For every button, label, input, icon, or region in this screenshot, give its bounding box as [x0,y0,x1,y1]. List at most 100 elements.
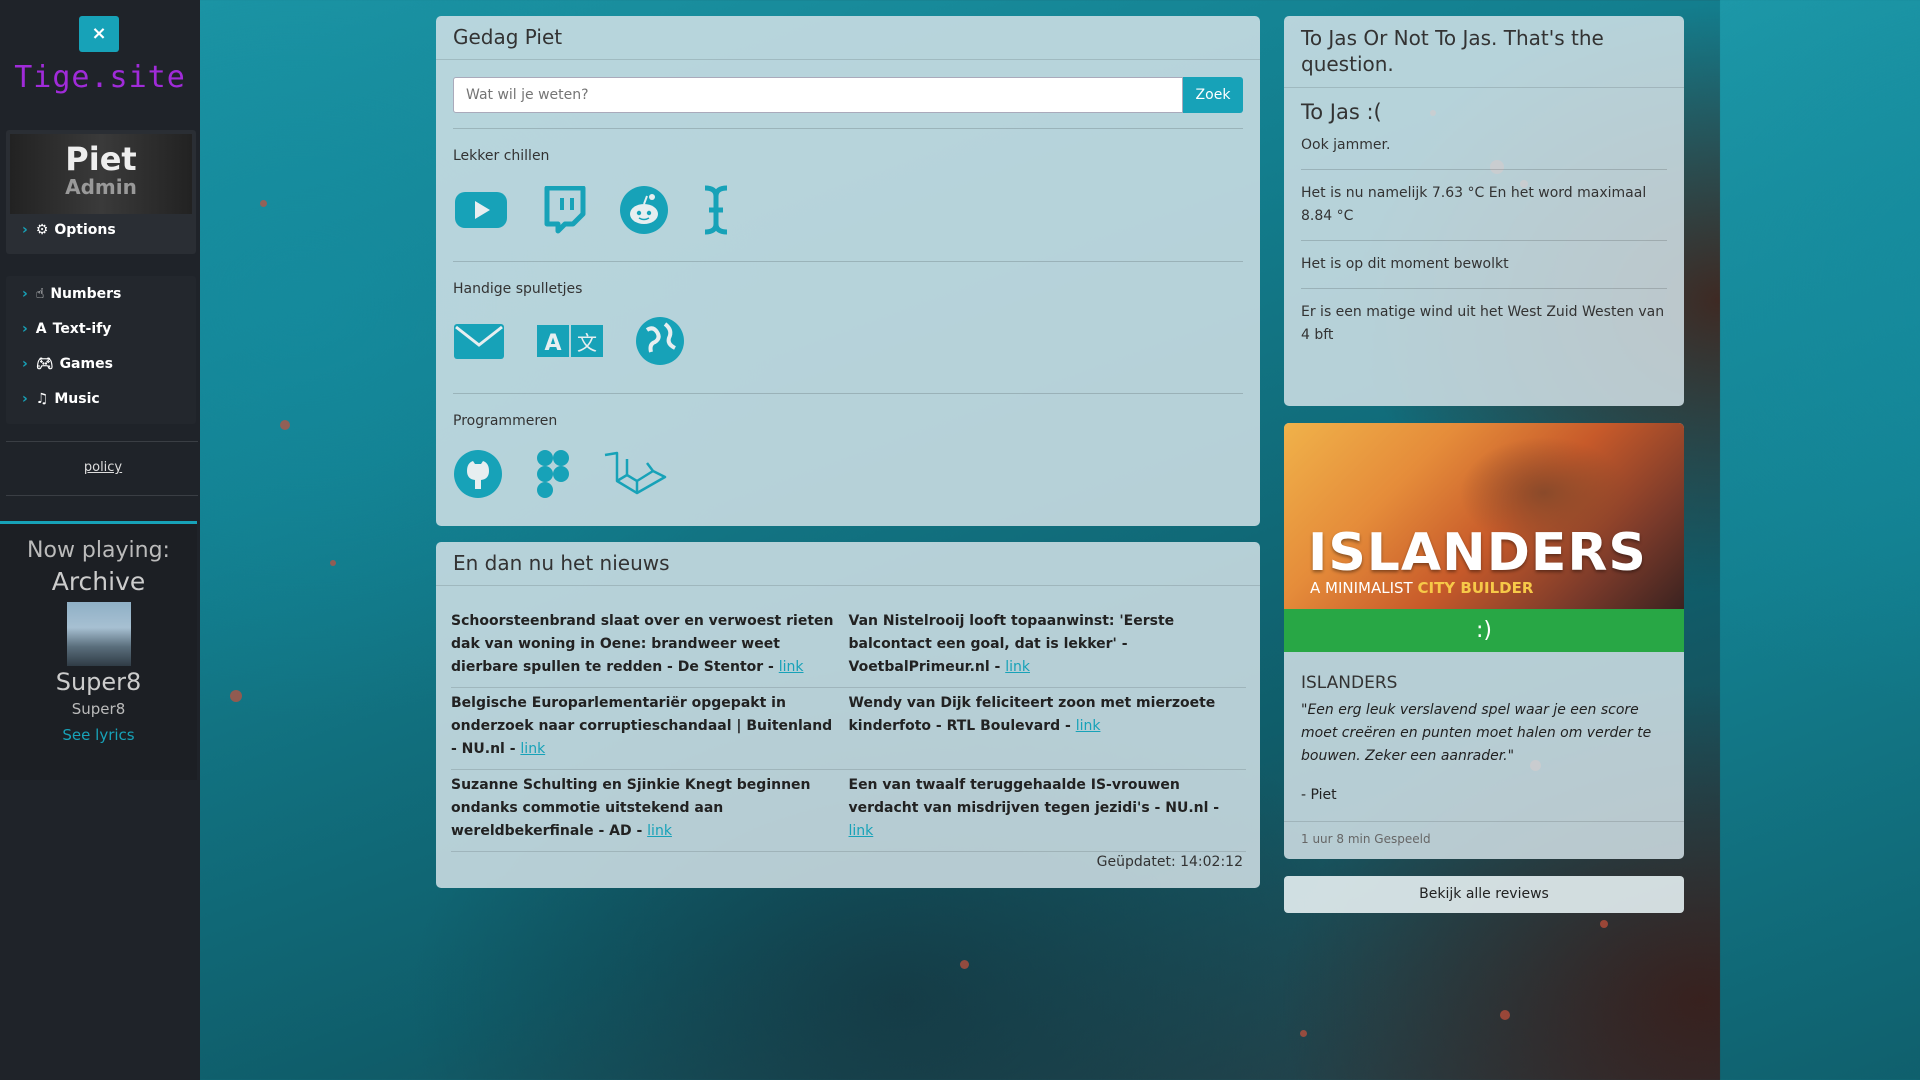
launcher-card: Gedag Piet Zoek Lekker chillen Handige s… [436,16,1260,526]
user-banner: Piet Admin [10,134,192,214]
font-icon: A [35,321,47,337]
game-review-text: "Een erg leuk verslavend spel waar je ee… [1301,702,1652,764]
user-card: Piet Admin › ⚙ Options [6,130,196,254]
weather-body: To Jas :( Ook jammer. Het is nu namelijk… [1301,100,1667,359]
news-link[interactable]: link [779,659,804,675]
user-name: Piet [65,140,137,178]
news-item: Suzanne Schulting en Sjinkie Knegt begin… [451,777,811,839]
user-role: Admin [65,175,137,199]
game-logo-text: ISLANDERS [1308,523,1647,583]
weather-title: To Jas Or Not To Jas. That's the questio… [1284,16,1684,88]
game-playtime: 1 uur 8 min Gespeeld [1301,832,1431,846]
chevron-right-icon: › [22,222,28,238]
game-review-author: - Piet [1301,787,1337,803]
news-link[interactable]: link [1005,659,1030,675]
game-name: ISLANDERS [1301,673,1398,693]
greeting-title: Gedag Piet [436,16,1260,60]
news-item: Van Nistelrooij looft topaanwinst: 'Eers… [848,613,1175,675]
weather-verdict: To Jas :( [1301,100,1382,124]
news-card: En dan nu het nieuws Schoorsteenbrand sl… [436,542,1260,888]
translate-icon[interactable]: A文 [537,323,603,359]
close-sidebar-button[interactable]: × [79,16,119,52]
now-playing-panel: Now playing: Archive Super8 Super8 See l… [0,521,197,780]
nav-item-label: Music [54,391,100,407]
nav-group: › ☝ Numbers › A Text-ify › 🎮︎ Games › ♫ … [6,276,196,424]
hand-pointer-icon: ☝ [35,286,45,302]
figma-icon[interactable] [535,448,571,500]
search-input[interactable] [453,77,1183,113]
icon-row-chillen [453,184,731,236]
game-mood-bar: :) [1284,609,1684,652]
news-item: Belgische Europarlementariër opgepakt in… [451,695,833,757]
search-bar: Zoek [453,77,1243,113]
chevron-right-icon: › [22,321,28,337]
divider [453,393,1243,394]
nav-item-label: Text-ify [52,321,112,337]
nav-item-label: Numbers [50,286,122,302]
news-updated: Geüpdatet: 14:02:12 [1096,854,1243,870]
nav-item-numbers[interactable]: › ☝ Numbers [22,286,121,302]
news-row: Belgische Europarlementariër opgepakt in… [451,688,1246,770]
news-title: En dan nu het nieuws [436,542,1260,586]
divider [453,128,1243,129]
options-label: Options [54,222,116,238]
chevron-right-icon: › [22,356,28,372]
news-link[interactable]: link [647,823,672,839]
news-link[interactable]: link [849,823,874,839]
news-item: Een van twaalf teruggehaalde IS-vrouwen … [848,777,1220,839]
news-item: Wendy van Dijk feliciteert zoon met mier… [848,695,1216,734]
gamepad-icon: 🎮︎ [35,356,54,372]
now-playing-artist: Super8 [55,668,142,696]
now-playing-subtitle: Super8 [71,700,126,718]
weather-line: Ook jammer. [1301,137,1391,153]
gear-icon: ⚙ [35,222,49,238]
weather-line: Er is een matige wind uit het West Zuid … [1301,288,1667,359]
search-button[interactable]: Zoek [1183,77,1243,113]
news-link[interactable]: link [1076,718,1101,734]
game-review-card: ISLANDERS A MINIMALIST CITY BUILDER :) I… [1284,423,1684,859]
news-link[interactable]: link [520,741,545,757]
icon-row-handig: A文 [453,316,685,366]
cursor-icon[interactable] [701,184,731,236]
site-brand[interactable]: Tige.site [0,60,200,95]
game-logo-subtitle: A MINIMALIST CITY BUILDER [1310,579,1534,597]
see-lyrics-link[interactable]: See lyrics [0,726,197,744]
divider [6,495,198,496]
mail-icon[interactable] [453,321,505,361]
laravel-icon[interactable] [603,451,667,497]
now-playing-album: Archive [51,567,146,596]
nav-item-music[interactable]: › ♫ Music [22,391,100,407]
section-label: Handige spulletjes [453,281,583,297]
game-banner-image: ISLANDERS A MINIMALIST CITY BUILDER [1284,423,1684,609]
icon-row-programmeren [453,448,667,500]
section-label: Lekker chillen [453,148,550,164]
nav-item-label: Games [59,356,113,372]
divider [1284,821,1684,822]
options-menu[interactable]: › ⚙ Options [22,222,116,238]
news-grid: Schoorsteenbrand slaat over en verwoest … [451,606,1246,852]
github-icon[interactable] [453,449,503,499]
chevron-right-icon: › [22,286,28,302]
all-reviews-button[interactable]: Bekijk alle reviews [1284,876,1684,913]
news-row: Suzanne Schulting en Sjinkie Knegt begin… [451,770,1246,852]
twitch-icon[interactable] [541,186,587,234]
reddit-icon[interactable] [619,185,669,235]
svg-text:A: A [544,331,561,356]
now-playing-label: Now playing: [27,538,170,563]
globe-icon[interactable] [635,316,685,366]
weather-card: To Jas Or Not To Jas. That's the questio… [1284,16,1684,406]
section-label: Programmeren [453,413,558,429]
news-row: Schoorsteenbrand slaat over en verwoest … [451,606,1246,688]
weather-line: Het is nu namelijk 7.63 °C En het word m… [1301,169,1667,240]
nav-item-games[interactable]: › 🎮︎ Games [22,356,113,372]
weather-line: Het is op dit moment bewolkt [1301,240,1667,288]
album-cover [66,602,131,666]
nav-item-textify[interactable]: › A Text-ify [22,321,111,337]
divider [6,441,198,442]
sidebar: × Tige.site Piet Admin › ⚙ Options › ☝ N… [0,0,200,1080]
chevron-right-icon: › [22,391,28,407]
svg-text:文: 文 [577,331,597,355]
youtube-icon[interactable] [453,188,509,232]
policy-link[interactable]: policy [0,460,206,475]
news-item: Schoorsteenbrand slaat over en verwoest … [451,613,834,675]
